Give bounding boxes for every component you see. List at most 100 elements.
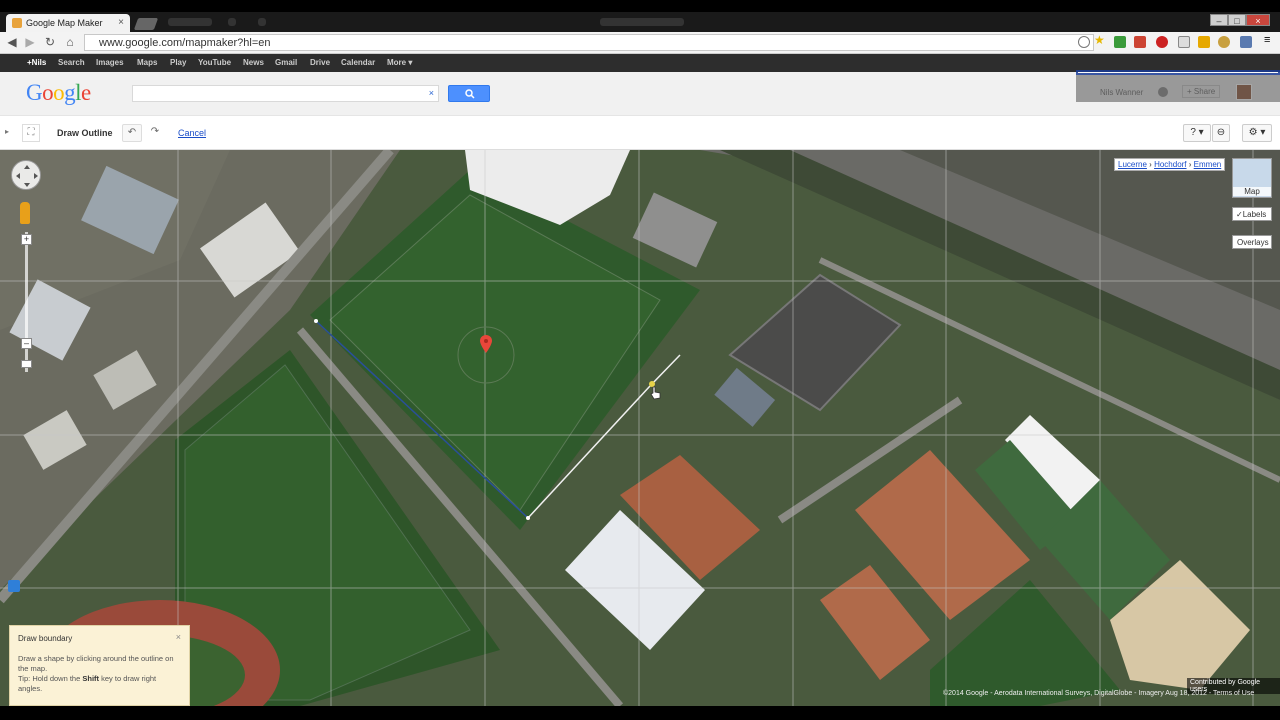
logo-letter: g bbox=[64, 80, 76, 105]
settings-button[interactable]: ⚙ ▾ bbox=[1242, 124, 1272, 142]
hand-cursor-icon bbox=[650, 386, 661, 400]
notification-bar bbox=[1076, 70, 1280, 75]
satellite-map[interactable]: + – Lucerne › Hochdorf › Emmen Map ✓Labe… bbox=[0, 150, 1280, 706]
tab-label: Google Map Maker bbox=[26, 18, 103, 28]
account-area: Nils Wanner + Share bbox=[1076, 70, 1280, 102]
breadcrumb-hochdorf[interactable]: Hochdorf bbox=[1154, 160, 1186, 169]
location-breadcrumb: Lucerne › Hochdorf › Emmen bbox=[1114, 158, 1226, 171]
zoom-slider[interactable] bbox=[25, 232, 28, 372]
hint-tip-key: Shift bbox=[82, 674, 100, 683]
extension-icon[interactable] bbox=[1198, 36, 1210, 48]
cancel-link[interactable]: Cancel bbox=[178, 128, 206, 138]
draw-boundary-hint: Draw boundary × Draw a shape by clicking… bbox=[9, 625, 190, 706]
breadcrumb-separator: › bbox=[1149, 160, 1152, 169]
hint-close-icon[interactable]: × bbox=[176, 632, 181, 642]
overlays-button[interactable]: Overlays bbox=[1232, 235, 1272, 249]
reload-icon[interactable]: ↻ bbox=[42, 35, 58, 49]
back-icon[interactable]: ◀ bbox=[4, 35, 20, 49]
tab-bar: Google Map Maker × – □ × bbox=[0, 12, 1280, 32]
user-name[interactable]: Nils Wanner bbox=[1100, 88, 1143, 97]
avatar[interactable] bbox=[1236, 84, 1252, 100]
tab-google-map-maker[interactable]: Google Map Maker × bbox=[6, 14, 130, 32]
map-type-label: Map bbox=[1233, 187, 1271, 196]
link-button[interactable]: ⊖ bbox=[1212, 124, 1230, 142]
breadcrumb-separator: › bbox=[1188, 160, 1192, 169]
home-icon[interactable]: ⌂ bbox=[62, 35, 78, 49]
extension-icon[interactable] bbox=[1218, 36, 1230, 48]
gbar-item-drive[interactable]: Drive bbox=[310, 58, 330, 67]
hint-tip-prefix: Tip: bbox=[18, 674, 31, 683]
redo-button[interactable]: ↷ bbox=[145, 124, 165, 142]
mode-title: Draw Outline bbox=[57, 128, 113, 138]
help-button[interactable]: ? ▾ bbox=[1183, 124, 1211, 142]
page-header: Google × Nils Wanner + Share bbox=[0, 70, 1280, 116]
pegman-icon[interactable] bbox=[20, 202, 30, 224]
hint-body: Draw a shape by clicking around the outl… bbox=[18, 654, 181, 694]
pan-control[interactable] bbox=[11, 160, 41, 190]
close-window-button[interactable]: × bbox=[1246, 14, 1270, 26]
map-copyright: ©2014 Google - Aerodata International Su… bbox=[943, 690, 1255, 697]
address-bar[interactable]: www.google.com/mapmaker?hl=en bbox=[84, 34, 1094, 51]
zoom-icon[interactable] bbox=[1078, 36, 1090, 48]
zoom-out-button[interactable]: – bbox=[21, 338, 32, 349]
logo-letter: o bbox=[42, 80, 54, 105]
notifications-bell-icon[interactable] bbox=[1158, 87, 1168, 97]
hint-instruction: Draw a shape by clicking around the outl… bbox=[18, 654, 174, 673]
edit-toolbar: ▸ ⛶ Draw Outline ↶ ↷ Cancel ? ▾ ⊖ ⚙ ▾ bbox=[0, 116, 1280, 150]
clear-search-icon[interactable]: × bbox=[429, 88, 434, 98]
extension-icon[interactable] bbox=[1178, 36, 1190, 48]
panel-toggle-icon[interactable]: ▸ bbox=[5, 127, 9, 136]
labels-toggle[interactable]: ✓Labels bbox=[1232, 207, 1272, 221]
undo-button[interactable]: ↶ bbox=[122, 124, 142, 142]
tab-close-icon[interactable]: × bbox=[118, 17, 124, 28]
logo-letter: o bbox=[53, 80, 65, 105]
share-button[interactable]: + Share bbox=[1182, 85, 1221, 98]
bottom-letterbox bbox=[0, 706, 1280, 720]
hint-tip-middle: Hold down the bbox=[30, 674, 83, 683]
extension-icon[interactable] bbox=[1240, 36, 1252, 48]
map-type-toggle[interactable]: Map bbox=[1232, 158, 1272, 198]
gbar-item-gmail[interactable]: Gmail bbox=[275, 58, 297, 67]
gbar-item-youtube[interactable]: YouTube bbox=[198, 58, 231, 67]
background-tab[interactable] bbox=[168, 18, 212, 26]
breadcrumb-lucerne[interactable]: Lucerne bbox=[1118, 160, 1147, 169]
hint-title: Draw boundary bbox=[18, 634, 73, 643]
zoom-in-button[interactable]: + bbox=[21, 234, 32, 245]
menu-icon[interactable]: ≡ bbox=[1264, 34, 1276, 46]
location-pin-icon[interactable] bbox=[480, 335, 492, 353]
zoom-handle[interactable] bbox=[21, 360, 32, 368]
gbar-item-maps[interactable]: Maps bbox=[137, 58, 157, 67]
gbar-item-search[interactable]: Search bbox=[58, 58, 85, 67]
record-extension-icon[interactable] bbox=[1156, 36, 1168, 48]
google-logo[interactable]: Google bbox=[26, 80, 91, 106]
minimize-button[interactable]: – bbox=[1210, 14, 1228, 26]
background-tab-icon bbox=[228, 18, 236, 26]
url-text: www.google.com/mapmaker?hl=en bbox=[99, 37, 271, 49]
pan-arrows-icon bbox=[16, 165, 38, 187]
gbar-item-news[interactable]: News bbox=[243, 58, 264, 67]
satellite-imagery bbox=[0, 150, 1280, 706]
search-input[interactable]: × bbox=[132, 85, 439, 102]
map-maker-favicon-icon bbox=[12, 18, 22, 28]
gbar-item-profile[interactable]: +Nils bbox=[27, 58, 46, 67]
forward-icon[interactable]: ▶ bbox=[22, 35, 38, 49]
gbar-item-more[interactable]: More ▾ bbox=[387, 58, 412, 67]
extension-icon[interactable] bbox=[1114, 36, 1126, 48]
gmail-extension-icon[interactable] bbox=[1134, 36, 1146, 48]
street-view-icon[interactable] bbox=[8, 580, 20, 592]
logo-letter: e bbox=[81, 80, 91, 105]
search-icon bbox=[465, 89, 475, 99]
hint-tip: Tip: Hold down the Shift key to draw rig… bbox=[18, 674, 181, 694]
gbar-item-images[interactable]: Images bbox=[96, 58, 124, 67]
fullscreen-icon[interactable]: ⛶ bbox=[22, 124, 40, 142]
bookmark-star-icon[interactable]: ★ bbox=[1094, 33, 1106, 47]
gbar-item-play[interactable]: Play bbox=[170, 58, 186, 67]
logo-letter: G bbox=[26, 80, 43, 105]
maximize-button[interactable]: □ bbox=[1228, 14, 1246, 26]
background-tab-icon bbox=[258, 18, 266, 26]
search-button[interactable] bbox=[448, 85, 490, 102]
breadcrumb-emmen[interactable]: Emmen bbox=[1194, 160, 1222, 169]
address-toolbar: ◀ ▶ ↻ ⌂ www.google.com/mapmaker?hl=en ★ … bbox=[0, 32, 1280, 54]
gbar-item-calendar[interactable]: Calendar bbox=[341, 58, 375, 67]
new-tab-button[interactable] bbox=[133, 18, 159, 30]
